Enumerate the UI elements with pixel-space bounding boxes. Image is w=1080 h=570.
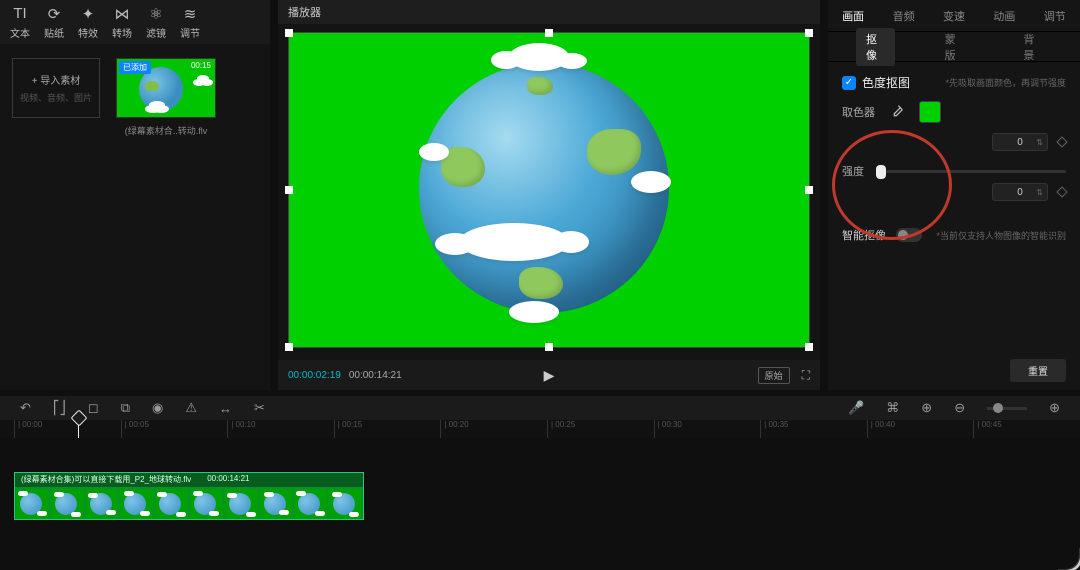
preview-controls: 00:00:02:19 00:00:14:21 ▶ 原始 ⛶ — [278, 360, 820, 390]
tab-transition[interactable]: ⋈转场 — [112, 5, 132, 40]
media-duration: 00:15 — [191, 61, 211, 70]
value-field-a[interactable]: 0 — [992, 133, 1048, 151]
chroma-key-checkbox[interactable]: ✓ — [842, 76, 856, 90]
filter-icon: ⚛ — [147, 5, 165, 23]
inspector-subtabs: 抠像 蒙版 背景 — [828, 32, 1080, 62]
ruler-tick: | 00:40 — [867, 420, 974, 438]
inspector-panel: 画面 音频 变速 动画 调节 抠像 蒙版 背景 ✓ 色度抠图 *先吸取画面颜色，… — [828, 0, 1080, 390]
smart-keying-hint: *当前仅支持人物图像的智能识别 — [936, 229, 1066, 242]
magnet-icon[interactable]: ⌘ — [886, 400, 899, 416]
tab-adjust[interactable]: ≋调节 — [180, 5, 200, 40]
video-clip[interactable]: (绿幕素材合集)可以直接下载用_P2_地球转动.flv 00:00:14:21 — [14, 472, 364, 520]
transition-icon: ⋈ — [113, 5, 131, 23]
resize-handle[interactable] — [805, 186, 813, 194]
strength-label: 强度 — [842, 163, 864, 179]
resize-handle[interactable] — [805, 29, 813, 37]
resize-handle[interactable] — [805, 343, 813, 351]
strength-slider[interactable] — [876, 170, 1066, 173]
ruler-tick: | 00:30 — [654, 420, 761, 438]
import-sublabel: 视频、音频、图片 — [20, 91, 92, 104]
sticker-icon: ⟳ — [45, 5, 63, 23]
inspector-body: ✓ 色度抠图 *先吸取画面颜色，再调节强度 取色器 0 强度 0 智能抠像 — [828, 62, 1080, 255]
link-icon[interactable]: ⊕ — [921, 400, 932, 416]
ruler-tick: | 00:15 — [334, 420, 441, 438]
timeline-tracks[interactable]: (绿幕素材合集)可以直接下载用_P2_地球转动.flv 00:00:14:21 — [0, 438, 1080, 570]
ruler-tick: | 00:05 — [121, 420, 228, 438]
chroma-key-hint: *先吸取画面颜色，再调节强度 — [945, 76, 1066, 89]
clip-duration: 00:00:14:21 — [207, 474, 249, 486]
preview-title: 播放器 — [278, 0, 820, 24]
subtab-background[interactable]: 背景 — [1013, 28, 1052, 66]
picked-color-swatch[interactable] — [919, 101, 941, 123]
preview-stage[interactable] — [288, 32, 810, 348]
delete-right-icon[interactable]: ⧉ — [121, 400, 130, 416]
freeze-icon[interactable]: ◉ — [152, 400, 163, 416]
ruler-tick: | 00:10 — [227, 420, 334, 438]
mirror-icon[interactable]: ↔ — [219, 401, 232, 416]
ruler-tick: | 00:45 — [973, 420, 1080, 438]
resize-handle[interactable] — [545, 343, 553, 351]
resize-handle[interactable] — [285, 29, 293, 37]
slider-thumb[interactable] — [876, 165, 886, 179]
zoom-out-icon[interactable]: ⊖ — [954, 400, 965, 416]
tab-speed[interactable]: 变速 — [937, 4, 971, 28]
resize-handle[interactable] — [285, 343, 293, 351]
zoom-slider[interactable] — [987, 407, 1027, 410]
adjust-icon: ≋ — [181, 5, 199, 23]
eyedropper-button[interactable] — [889, 103, 905, 122]
timecode-total: 00:00:14:21 — [349, 370, 402, 381]
import-label: + 导入素材 — [32, 72, 81, 87]
smart-keying-toggle[interactable] — [896, 228, 922, 242]
timeline-ruler[interactable]: | 00:00 | 00:05 | 00:10 | 00:15 | 00:20 … — [0, 420, 1080, 438]
tab-animation[interactable]: 动画 — [987, 4, 1021, 28]
ruler-tick: | 00:25 — [547, 420, 654, 438]
value-field-b[interactable]: 0 — [992, 183, 1048, 201]
split-icon[interactable]: ⎡⎦ — [53, 400, 66, 416]
effects-icon: ✦ — [79, 5, 97, 23]
play-button[interactable]: ▶ — [544, 367, 555, 384]
media-name: (绿幕素材合..转动.flv — [116, 124, 216, 137]
clip-name: (绿幕素材合集)可以直接下载用_P2_地球转动.flv — [21, 474, 191, 486]
keyframe-toggle[interactable] — [1056, 136, 1067, 147]
resize-handle[interactable] — [545, 29, 553, 37]
subtab-keying[interactable]: 抠像 — [856, 28, 895, 66]
chroma-key-label: 色度抠图 — [862, 74, 910, 91]
media-item[interactable]: 已添加 00:15 (绿幕素材合..转动.flv — [116, 58, 216, 137]
tab-picture[interactable]: 画面 — [836, 4, 870, 28]
media-thumbnail: 已添加 00:15 — [116, 58, 216, 118]
tab-audio[interactable]: 音频 — [887, 4, 921, 28]
ruler-tick: | 00:00 — [14, 420, 121, 438]
preview-panel: 播放器 00:00:02:19 00:00:14:21 ▶ — [278, 0, 820, 390]
media-panel: + 导入素材 视频、音频、图片 已添加 00:15 (绿幕素材合..转动.flv — [0, 44, 270, 390]
color-picker-label: 取色器 — [842, 104, 875, 120]
crop-icon[interactable]: ✂ — [254, 400, 265, 416]
undo-icon[interactable]: ↶ — [20, 400, 31, 416]
tab-text[interactable]: TI文本 — [10, 5, 30, 40]
timeline-toolbar: ↶ ⎡⎦ ◻ ⧉ ◉ ⚠ ↔ ✂ 🎤 ⌘ ⊕ ⊖ ⊕ — [0, 396, 1080, 420]
zoom-in-icon[interactable]: ⊕ — [1049, 400, 1060, 416]
subtab-mask[interactable]: 蒙版 — [935, 28, 974, 66]
keyframe-toggle[interactable] — [1056, 186, 1067, 197]
tab-sticker[interactable]: ⟳贴纸 — [44, 5, 64, 40]
tab-color[interactable]: 调节 — [1038, 4, 1072, 28]
ruler-tick: | 00:20 — [440, 420, 547, 438]
import-media-button[interactable]: + 导入素材 视频、音频、图片 — [12, 58, 100, 118]
tab-filter[interactable]: ⚛滤镜 — [146, 5, 166, 40]
clip-thumbnails — [15, 487, 363, 521]
aspect-ratio-button[interactable]: 原始 — [758, 367, 790, 384]
preview-content — [419, 63, 669, 313]
text-icon: TI — [11, 5, 29, 23]
mic-icon[interactable]: 🎤 — [848, 400, 864, 416]
timecode-current: 00:00:02:19 — [288, 370, 341, 381]
fullscreen-button[interactable]: ⛶ — [802, 368, 810, 383]
danger-icon[interactable]: ⚠ — [185, 400, 197, 416]
delete-left-icon[interactable]: ◻ — [88, 400, 99, 416]
smart-keying-label: 智能抠像 — [842, 227, 886, 243]
added-badge: 已添加 — [119, 61, 151, 74]
top-toolbar: TI文本 ⟳贴纸 ✦特效 ⋈转场 ⚛滤镜 ≋调节 — [0, 0, 270, 44]
tab-effects[interactable]: ✦特效 — [78, 5, 98, 40]
ruler-tick: | 00:35 — [760, 420, 867, 438]
reset-button[interactable]: 重置 — [1010, 359, 1066, 382]
resize-handle[interactable] — [285, 186, 293, 194]
